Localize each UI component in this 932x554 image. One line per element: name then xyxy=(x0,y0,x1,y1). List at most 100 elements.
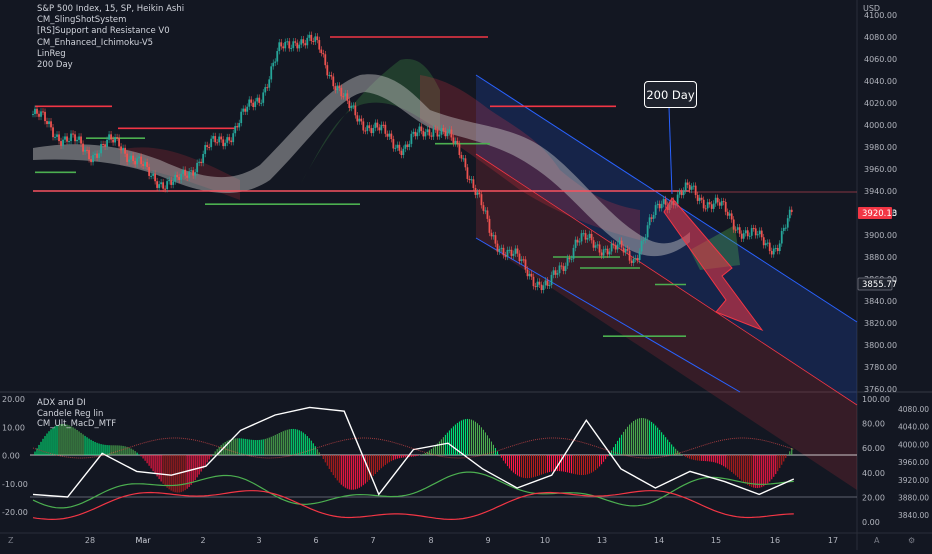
candle-body xyxy=(88,150,90,160)
candle-body xyxy=(536,281,539,287)
candle-body xyxy=(748,235,751,237)
candle-body xyxy=(94,153,96,156)
candle-body xyxy=(382,124,385,126)
candle-body xyxy=(104,144,106,147)
candle-body xyxy=(294,41,297,43)
legend-indicator[interactable]: ADX and DI xyxy=(37,398,116,409)
candle-body xyxy=(718,202,721,206)
axis-settings-icon: ⚙ xyxy=(908,536,915,545)
candle-body xyxy=(546,280,549,286)
candle-body xyxy=(92,155,94,163)
candle-body xyxy=(690,186,693,190)
legend-indicator[interactable]: CM_SlingShotSystem xyxy=(37,15,184,26)
candle-body xyxy=(464,158,467,168)
candle-body xyxy=(762,237,765,246)
candle-body xyxy=(118,137,120,147)
candle-body xyxy=(386,133,389,137)
y-tick-label: 3820.00 xyxy=(864,319,897,328)
candle-body xyxy=(522,259,525,261)
candle-body xyxy=(326,65,329,76)
candle-body xyxy=(236,126,239,128)
candle-body xyxy=(370,128,373,134)
legend-indicator[interactable]: CM_Enhanced_Ichimoku-V5 xyxy=(37,38,184,49)
candle-body xyxy=(692,185,695,187)
legend-indicator[interactable]: 200 Day xyxy=(37,60,184,71)
candle-body xyxy=(388,133,391,137)
candle-body xyxy=(112,139,114,143)
candle-body xyxy=(626,248,629,251)
candle-body xyxy=(350,105,353,108)
candle-body xyxy=(222,139,225,147)
candle-body xyxy=(324,54,327,66)
candle-body xyxy=(44,111,46,122)
candle-body xyxy=(102,144,104,146)
candle-body xyxy=(776,248,779,252)
candle-body xyxy=(246,106,249,112)
candle-body xyxy=(678,191,681,195)
candle-body xyxy=(552,270,555,275)
candle-body xyxy=(604,248,607,250)
candle-body xyxy=(740,233,743,239)
chart-stage[interactable]: 3760.003780.003800.003820.003840.003860.… xyxy=(0,0,932,550)
candle-body xyxy=(442,128,445,131)
candle-body xyxy=(392,139,395,149)
candle-body xyxy=(754,228,757,236)
candle-body xyxy=(336,85,339,91)
y-tick-label: 4000.00 xyxy=(864,121,897,130)
candle-body xyxy=(274,61,277,63)
y-tick-label: 3980.00 xyxy=(864,143,897,152)
candle-body xyxy=(340,87,343,97)
candle-body xyxy=(206,145,209,147)
candle-body xyxy=(560,265,563,267)
candle-body xyxy=(736,227,739,230)
legend-indicator[interactable]: LinReg xyxy=(37,49,184,60)
candle-body xyxy=(76,139,78,142)
candle-body xyxy=(738,227,741,234)
candle-body xyxy=(466,167,469,179)
callout-200-day[interactable]: 200 Day xyxy=(644,81,697,108)
candle-body xyxy=(482,205,485,211)
candle-body xyxy=(440,128,443,135)
candle-body xyxy=(226,137,229,143)
candle-body xyxy=(98,153,100,158)
x-tick-label: 13 xyxy=(597,536,607,545)
legend-indicator[interactable]: Candele Reg lin xyxy=(37,409,116,420)
legend-indicator[interactable]: [RS]Support and Resistance V0 xyxy=(37,26,184,37)
candle-body xyxy=(514,248,517,254)
candle-body xyxy=(576,239,579,243)
candle-body xyxy=(508,249,511,251)
x-tick-label: 8 xyxy=(428,536,433,545)
candle-body xyxy=(64,136,66,140)
sub-left-tick: 20.00 xyxy=(2,395,25,404)
candle-body xyxy=(234,126,237,134)
candle-body xyxy=(772,248,775,255)
candle-body xyxy=(752,228,755,230)
candle-body xyxy=(732,219,735,230)
candle-body xyxy=(144,161,147,166)
candle-body xyxy=(198,161,201,163)
candle-body xyxy=(200,161,203,163)
candle-body xyxy=(766,242,769,244)
candle-body xyxy=(586,237,589,240)
candle-body xyxy=(632,258,635,263)
sub-price-tick: 3880.00 xyxy=(898,494,929,503)
chart-canvas[interactable]: 3760.003780.003800.003820.003840.003860.… xyxy=(0,0,932,550)
legend-indicator[interactable]: CM_Ult_MacD_MTF xyxy=(37,419,116,430)
sub-left-tick: -10.00 xyxy=(2,480,28,489)
candle-body xyxy=(618,240,621,245)
candle-body xyxy=(276,51,279,62)
candle-body xyxy=(32,114,34,115)
candle-body xyxy=(578,241,581,243)
candle-body xyxy=(264,87,267,93)
y-tick-label: 3960.00 xyxy=(864,165,897,174)
candle-body xyxy=(638,251,641,261)
candle-body xyxy=(130,155,132,160)
candle-body xyxy=(640,241,643,252)
candle-body xyxy=(228,137,231,141)
candle-body xyxy=(630,260,633,263)
candle-body xyxy=(128,159,130,162)
legend-symbol[interactable]: S&P 500 Index, 15, SP, Heikin Ashi xyxy=(37,4,184,15)
candle-body xyxy=(318,40,321,50)
candle-body xyxy=(700,197,703,200)
candle-body xyxy=(646,225,649,238)
